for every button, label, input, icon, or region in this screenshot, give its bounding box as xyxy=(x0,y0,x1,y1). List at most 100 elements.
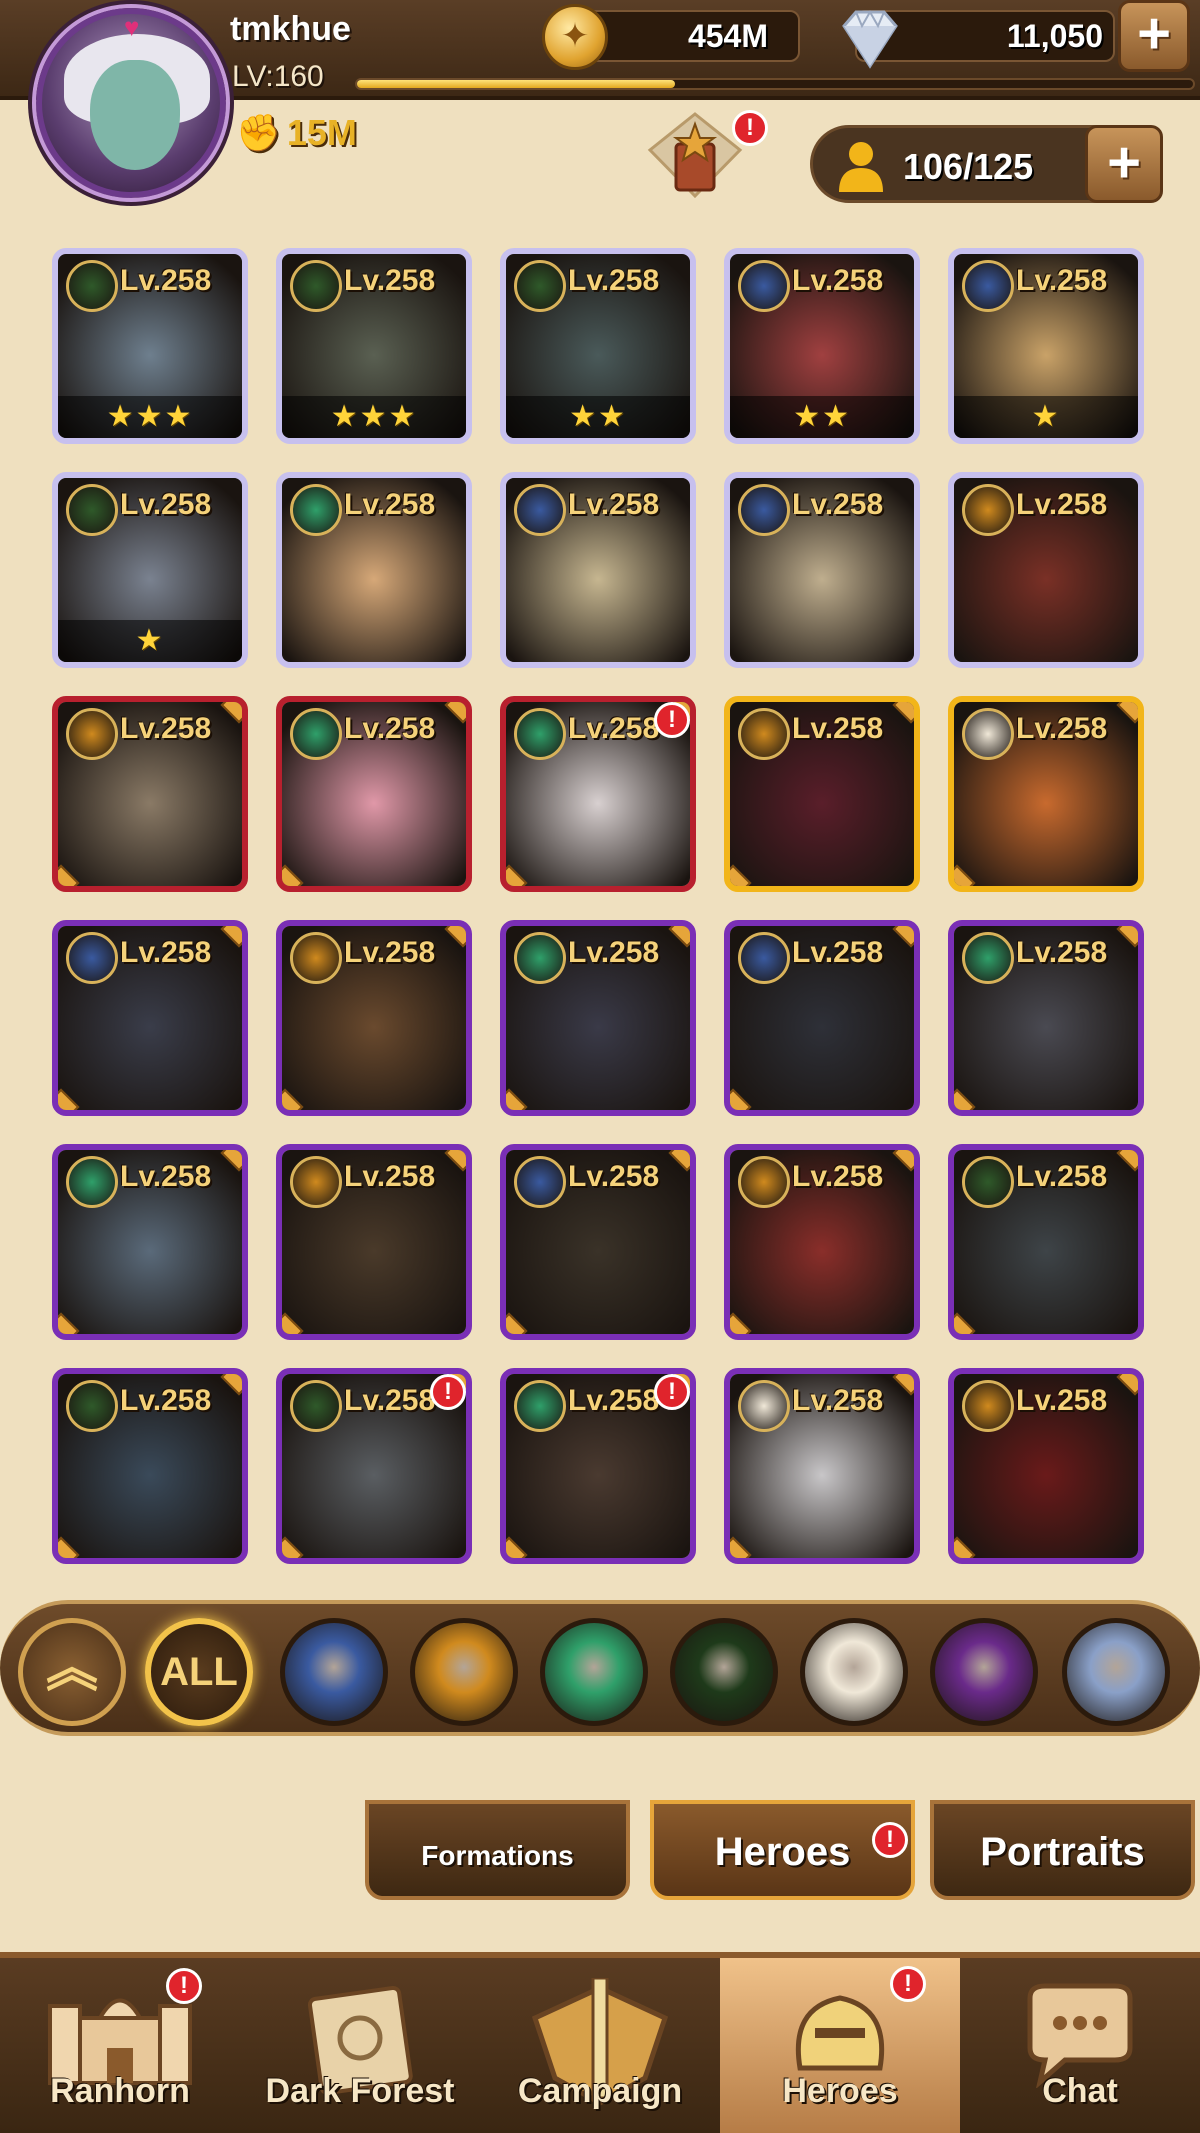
wilder-faction-icon xyxy=(514,708,566,760)
power-value: 15M xyxy=(286,112,357,153)
lightbearer-faction-icon xyxy=(514,484,566,536)
filter-hypogean-button[interactable] xyxy=(930,1618,1038,1726)
hero-level: Lv.258 xyxy=(344,1384,436,1417)
mauler-faction-icon xyxy=(962,1380,1014,1432)
hero-level: Lv.258 xyxy=(792,936,884,969)
nav-chat[interactable]: Chat xyxy=(960,1958,1200,2133)
filter-celestial-button[interactable] xyxy=(800,1618,908,1726)
hero-stars: ★★ xyxy=(506,396,690,438)
hero-card[interactable]: Lv.258 ★ xyxy=(52,472,248,668)
diamond-amount: 11,050 xyxy=(1006,18,1103,54)
filter-all-button[interactable]: ALL xyxy=(145,1618,253,1726)
avatar-face xyxy=(90,60,180,170)
hero-card[interactable]: Lv.258! xyxy=(276,1368,472,1564)
hero-level: Lv.258 xyxy=(792,1384,884,1417)
hero-card[interactable]: Lv.258 ★★ xyxy=(724,248,920,444)
hero-card[interactable]: Lv.258 xyxy=(948,472,1144,668)
hero-card[interactable]: Lv.258 xyxy=(500,472,696,668)
xp-bar-fill xyxy=(357,80,675,88)
hero-card[interactable]: Lv.258 xyxy=(948,1144,1144,1340)
hero-level: Lv.258 xyxy=(1016,712,1108,745)
hero-level: Lv.258 xyxy=(344,1160,436,1193)
hero-card[interactable]: Lv.258 ★★★ xyxy=(52,248,248,444)
hero-level: Lv.258 xyxy=(120,488,212,521)
nav-chat-label: Chat xyxy=(1042,2072,1118,2110)
gold-coin-icon: ✦ xyxy=(542,4,608,70)
hero-level: Lv.258 xyxy=(792,1160,884,1193)
hero-card[interactable]: Lv.258 xyxy=(52,1368,248,1564)
hero-level: Lv.258 xyxy=(792,264,884,297)
lightbearer-faction-icon xyxy=(514,1156,566,1208)
fist-icon: ✊ xyxy=(236,112,281,153)
lightbearer-faction-icon xyxy=(738,260,790,312)
collapse-filter-button[interactable]: ︽ xyxy=(18,1618,126,1726)
wilder-faction-icon xyxy=(514,1380,566,1432)
nav-dark-forest[interactable]: Dark Forest xyxy=(240,1958,480,2133)
combat-power: ✊ 15M xyxy=(236,112,357,154)
hero-card[interactable]: Lv.258 xyxy=(52,920,248,1116)
hero-card[interactable]: Lv.258 xyxy=(724,920,920,1116)
hero-level: Lv.258 xyxy=(344,264,436,297)
nav-campaign[interactable]: Campaign xyxy=(480,1958,720,2133)
tab-portraits[interactable]: Portraits xyxy=(930,1800,1195,1900)
hero-card[interactable]: Lv.258 xyxy=(724,1144,920,1340)
nav-ranhorn[interactable]: ! Ranhorn xyxy=(0,1958,240,2133)
mauler-faction-icon xyxy=(962,484,1014,536)
hero-card[interactable]: Lv.258 xyxy=(276,472,472,668)
wilder-faction-icon xyxy=(290,708,342,760)
tab-formations[interactable]: Formations xyxy=(365,1800,630,1900)
diamond-icon xyxy=(842,9,898,69)
hero-card[interactable]: Lv.258 xyxy=(500,920,696,1116)
lightbearer-faction-icon xyxy=(738,484,790,536)
hero-level: Lv.258 xyxy=(792,712,884,745)
graveborn-faction-icon xyxy=(290,1380,342,1432)
hero-card[interactable]: Lv.258 ★★ xyxy=(500,248,696,444)
filter-mauler-button[interactable] xyxy=(410,1618,518,1726)
ranhorn-alert-badge: ! xyxy=(166,1968,202,2004)
hero-level: Lv.258 xyxy=(120,712,212,745)
hero-card[interactable]: Lv.258 xyxy=(500,1144,696,1340)
hero-card[interactable]: Lv.258 xyxy=(948,920,1144,1116)
hero-stars: ★★ xyxy=(730,396,914,438)
hero-card[interactable]: Lv.258 xyxy=(724,472,920,668)
hero-level: Lv.258 xyxy=(120,936,212,969)
graveborn-faction-icon xyxy=(66,260,118,312)
hero-stars: ★★★ xyxy=(58,396,242,438)
hero-level: Lv.258 xyxy=(1016,1384,1108,1417)
expand-roster-button[interactable]: + xyxy=(1085,125,1163,203)
hero-card[interactable]: Lv.258 xyxy=(948,696,1144,892)
hero-level: Lv.258 xyxy=(344,936,436,969)
hero-card[interactable]: Lv.258 xyxy=(276,696,472,892)
hero-card[interactable]: Lv.258 ★ xyxy=(948,248,1144,444)
heart-icon: ♥ xyxy=(124,12,140,42)
filter-lightbearer-button[interactable] xyxy=(280,1618,388,1726)
hero-card[interactable]: Lv.258 xyxy=(52,1144,248,1340)
nav-campaign-label: Campaign xyxy=(517,2072,683,2110)
hero-card[interactable]: Lv.258 xyxy=(276,920,472,1116)
hero-card[interactable]: Lv.258! xyxy=(500,1368,696,1564)
filter-wilder-button[interactable] xyxy=(540,1618,648,1726)
hero-card[interactable]: Lv.258 ★★★ xyxy=(276,248,472,444)
add-diamonds-button[interactable]: + xyxy=(1118,0,1190,72)
filter-dimensional-button[interactable] xyxy=(1062,1618,1170,1726)
nav-heroes[interactable]: ! Heroes xyxy=(720,1958,960,2133)
lightbearer-faction-icon xyxy=(738,932,790,984)
wilder-faction-icon xyxy=(962,932,1014,984)
hero-card[interactable]: Lv.258! xyxy=(500,696,696,892)
hero-level: Lv.258 xyxy=(120,1384,212,1417)
xp-bar xyxy=(355,78,1195,90)
hero-level: Lv.258 xyxy=(344,712,436,745)
celestial-faction-icon xyxy=(962,708,1014,760)
hero-card[interactable]: Lv.258 xyxy=(52,696,248,892)
hero-card[interactable]: Lv.258 xyxy=(948,1368,1144,1564)
player-avatar[interactable]: ♥ xyxy=(36,8,226,198)
hero-card[interactable]: Lv.258 xyxy=(724,696,920,892)
hero-level: Lv.258 xyxy=(120,1160,212,1193)
hero-card[interactable]: Lv.258 xyxy=(276,1144,472,1340)
emblem-alert-badge: ! xyxy=(732,110,768,146)
hero-card[interactable]: Lv.258 xyxy=(724,1368,920,1564)
nav-ranhorn-label: Ranhorn xyxy=(50,2072,190,2110)
faction-filter-bar: ︽ ALL xyxy=(0,1600,1200,1736)
filter-graveborn-button[interactable] xyxy=(670,1618,778,1726)
player-level: LV:160 xyxy=(232,60,324,93)
